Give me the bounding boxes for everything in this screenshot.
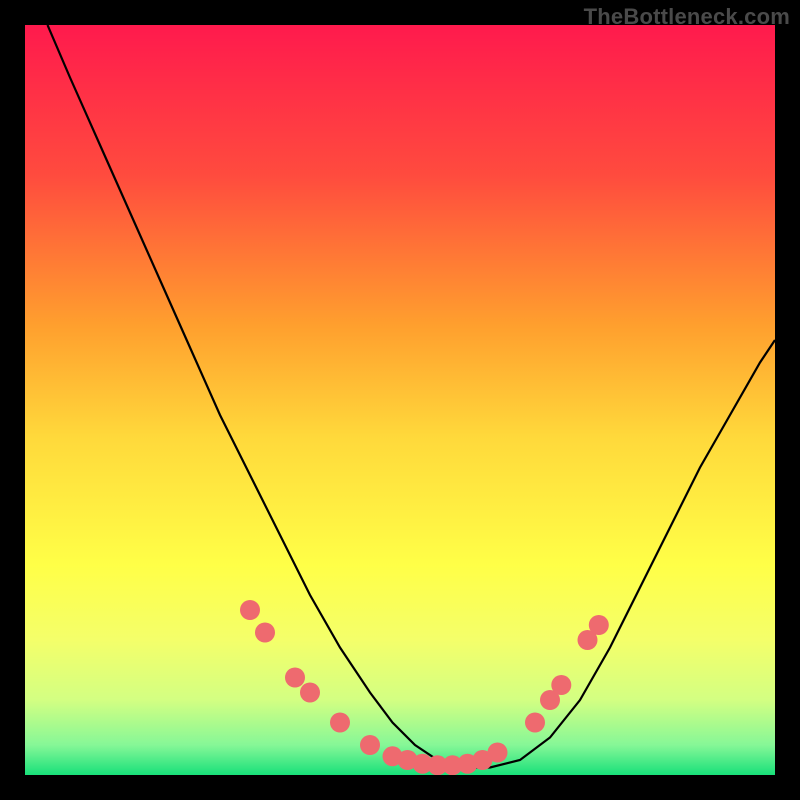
highlight-dot xyxy=(360,735,380,755)
highlight-dot xyxy=(300,683,320,703)
chart-frame: TheBottleneck.com xyxy=(0,0,800,800)
watermark-text: TheBottleneck.com xyxy=(584,4,790,30)
highlight-dot xyxy=(488,743,508,763)
chart-svg xyxy=(25,25,775,775)
highlight-dot xyxy=(589,615,609,635)
highlight-dot xyxy=(240,600,260,620)
highlight-dot xyxy=(525,713,545,733)
highlight-dot xyxy=(330,713,350,733)
plot-area xyxy=(25,25,775,775)
highlight-dot xyxy=(285,668,305,688)
highlight-dot xyxy=(551,675,571,695)
highlight-dot xyxy=(255,623,275,643)
gradient-background xyxy=(25,25,775,775)
